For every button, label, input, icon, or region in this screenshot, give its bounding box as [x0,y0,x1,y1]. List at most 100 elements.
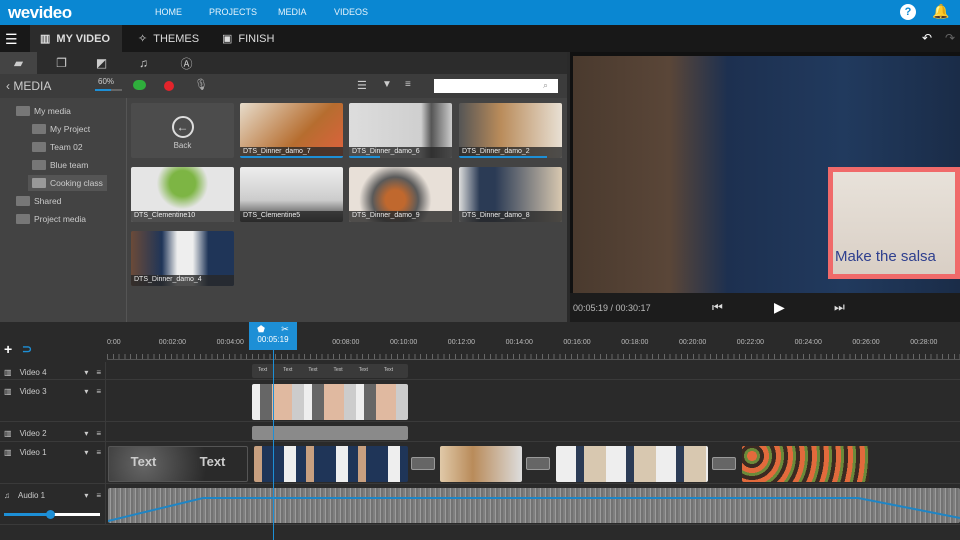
playhead-marker[interactable]: ⬟ ✂ 00:05:19 [249,322,297,350]
nav-home[interactable]: HOME [155,7,182,17]
top-nav-bar: wevideo HOME PROJECTS MEDIA VIDEOS ? 🔔 [0,0,960,25]
video-clip[interactable] [252,384,408,420]
editor-tab-bar: ☰ ▥ MY VIDEO ✧ THEMES ▣ FINISH ↶ ↷ [0,25,960,52]
track-header[interactable]: ▥ Video 3 ▾ ≡ [0,383,105,399]
media-item[interactable]: DTS_Clementine10 [131,167,234,222]
track-dropdown-icon[interactable]: ▾ [84,387,88,396]
track-dropdown-icon[interactable]: ▾ [84,429,88,438]
film-icon: ▥ [4,447,12,457]
skip-forward-icon[interactable]: ⏭ [834,300,845,315]
text-clip-strip[interactable]: Text Text Text Text Text Text [252,364,408,378]
media-item[interactable]: DTS_Dinner_damo_8 [459,167,562,222]
track-menu-icon[interactable]: ≡ [96,429,101,438]
track-header[interactable]: ▥ Video 4 ▾ ≡ [0,364,105,380]
sort-icon[interactable]: ≡ [405,79,411,90]
track-dropdown-icon[interactable]: ▾ [84,448,88,457]
transitions-icon[interactable]: ◩ [83,52,120,74]
folder-shared[interactable]: Shared [16,193,61,209]
microphone-icon[interactable]: 🎙 [194,78,208,91]
undo-icon[interactable]: ↶ [922,31,932,45]
stock-images-icon[interactable]: ❐ [43,52,80,74]
help-circle-icon[interactable]: ? [900,4,916,20]
preview-frame[interactable]: Make the salsa [573,56,960,293]
wevideo-logo[interactable]: wevideo [8,3,72,23]
back-arrow-icon: ← [171,116,194,138]
media-item[interactable]: DTS_Dinner_damo_4 [131,231,234,286]
transition-icon[interactable] [526,457,550,470]
title-clip[interactable]: Text Text [108,446,248,482]
track-dropdown-icon[interactable]: ▾ [84,368,88,377]
media-item[interactable]: DTS_Dinner_damo_2 [459,103,562,158]
folder-my-project[interactable]: My Project [32,121,90,137]
ruler-ticks [107,354,960,360]
hamburger-menu-icon[interactable]: ☰ [5,31,18,48]
track-menu-icon[interactable]: ≡ [96,448,101,457]
audio-volume-slider[interactable] [4,510,100,519]
magnet-snap-icon[interactable]: ⊃ [22,342,32,356]
play-icon[interactable]: ▶ [774,299,785,316]
split-scissors-icon[interactable]: ✂ [281,324,289,335]
audio-library-icon[interactable]: ♫ [125,52,162,74]
transition-icon[interactable] [411,457,435,470]
track-header[interactable]: ▥ Video 2 ▾ ≡ [0,425,105,441]
upload-cloud-icon[interactable] [133,80,146,90]
media-back-button[interactable]: ‹ MEDIA [6,79,51,93]
folder-icon [32,124,46,134]
video-clip[interactable] [440,446,522,482]
ruler-tick-label: 00:28:00 [910,339,938,346]
tab-my-video[interactable]: ▥ MY VIDEO [30,25,122,52]
folder-team-02[interactable]: Team 02 [32,139,83,155]
video-clip[interactable] [254,446,408,482]
transition-icon[interactable] [712,457,736,470]
ruler-tick-label: 00:08:00 [332,339,360,346]
my-media-folder-icon[interactable]: ▰ [0,52,37,74]
track-menu-icon[interactable]: ≡ [96,491,101,500]
media-item[interactable]: DTS_Dinner_damo_6 [349,103,452,158]
folder-project-media[interactable]: Project media [16,211,86,227]
volume-slider-handle[interactable] [46,510,55,519]
playhead-line[interactable] [273,344,274,540]
media-search-input[interactable] [434,79,558,93]
track-dropdown-icon[interactable]: ▾ [84,491,88,500]
used-indicator [349,156,380,158]
volume-envelope[interactable] [108,488,960,523]
nav-projects[interactable]: PROJECTS [209,7,257,17]
list-view-icon[interactable]: ☰ [357,79,367,92]
tab-finish[interactable]: ▣ FINISH [212,25,284,52]
ruler-tick-label: 00:16:00 [563,339,591,346]
record-icon[interactable] [164,81,174,91]
bell-icon[interactable]: 🔔 [932,3,949,20]
media-item[interactable]: DTS_Clementine5 [240,167,343,222]
nav-videos[interactable]: VIDEOS [334,7,368,17]
back-tile[interactable]: ← Back [131,103,234,158]
pip-overlay: Make the salsa [828,167,960,279]
add-track-icon[interactable]: + [4,341,12,357]
folder-blue-team[interactable]: Blue team [32,157,88,173]
playback-controls: 00:05:19 / 00:30:17 ⏮ ▶ ⏭ [570,293,960,322]
track-menu-icon[interactable]: ≡ [96,368,101,377]
redo-icon[interactable]: ↷ [945,31,955,45]
track-video-3 [0,380,960,422]
skip-back-icon[interactable]: ⏮ [712,300,723,315]
track-header[interactable]: ▥ Video 1 ▾ ≡ [0,444,105,460]
marker-pin-icon[interactable]: ⬟ [257,324,265,335]
track-video-2 [0,422,960,442]
folder-cooking-class[interactable]: Cooking class [28,175,107,191]
open-folder-icon [32,178,46,188]
ruler-tick-label: 00:12:00 [447,339,476,346]
magic-wand-icon: ✧ [138,33,148,45]
nav-media[interactable]: MEDIA [278,7,307,17]
track-header[interactable]: ♫ Audio 1 ▾ ≡ [0,487,105,503]
video-clip[interactable] [556,446,708,482]
tab-themes[interactable]: ✧ THEMES [128,25,209,52]
text-titles-icon[interactable]: Ⓐ [168,52,205,74]
video-clip-placeholder[interactable] [252,426,408,440]
filter-icon[interactable]: ▼ [382,79,392,90]
audio-waveform-clip[interactable] [108,488,960,523]
track-menu-icon[interactable]: ≡ [96,387,101,396]
media-item[interactable]: DTS_Dinner_damo_9 [349,167,452,222]
video-clip[interactable] [742,446,869,482]
folder-my-media[interactable]: My media [16,103,71,119]
media-item[interactable]: DTS_Dinner_damo_7 [240,103,343,158]
time-readout: 00:05:19 / 00:30:17 [573,303,651,313]
